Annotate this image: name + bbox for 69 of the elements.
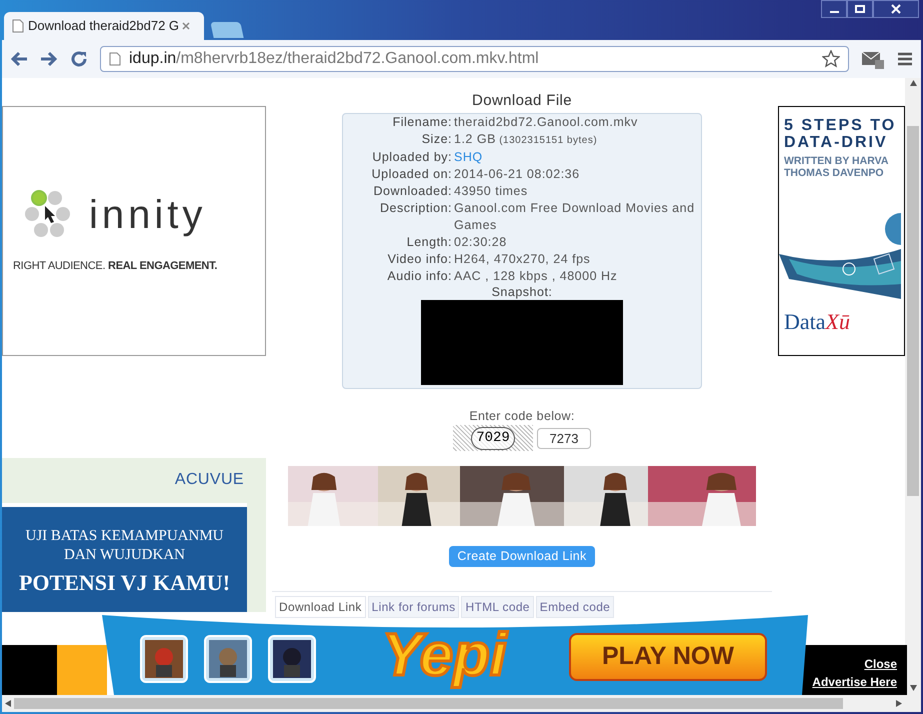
field-value: AAC , 128 kbps , 48000 Hz xyxy=(454,268,618,284)
code-input[interactable]: 7273 xyxy=(537,428,591,449)
close-icon xyxy=(891,4,901,14)
brand-logo: ACUVUE xyxy=(174,470,244,490)
ad-headline: DATA-DRIV xyxy=(784,134,889,151)
browser-tab[interactable]: Download theraid2bd72 G xyxy=(4,12,204,40)
left-arrow-icon[interactable] xyxy=(5,700,11,707)
ad-headline: POTENSI VJ KAMU! xyxy=(18,568,230,596)
tab-title: Download theraid2bd72 G xyxy=(28,17,178,36)
yepi-logo: Yepi xyxy=(382,620,506,690)
brand-logo: DataXū xyxy=(784,308,851,336)
field-value: Ganool.com Free Download Movies and Games xyxy=(454,200,696,234)
star-icon[interactable] xyxy=(822,50,840,68)
field-value: 2014-06-21 08:02:36 xyxy=(454,166,581,182)
vertical-scrollbar[interactable] xyxy=(905,78,921,712)
link-tab[interactable]: Embed code xyxy=(536,596,614,618)
ad-text: DAN WUJUDKAN xyxy=(64,546,185,564)
close-link[interactable]: Close xyxy=(864,655,897,673)
link-tab[interactable]: Link for forums xyxy=(368,596,460,618)
link-tab[interactable]: HTML code xyxy=(461,596,534,618)
page-icon xyxy=(12,19,24,33)
field-label: Audio info: xyxy=(386,268,452,284)
ad-text: UJI BATAS KEMAMPUANMU xyxy=(26,527,224,546)
address-bar[interactable]: idup.in/m8hervrb18ez/theraid2bd72.Ganool.com.mkv.html xyxy=(100,46,849,72)
game-ad-banner[interactable]: Yepi PLAY NOW Close Advertise Here xyxy=(2,615,907,695)
field-label: Length: xyxy=(406,234,452,250)
close-icon[interactable] xyxy=(182,22,190,30)
ad-text: THOMAS DAVENPO xyxy=(784,167,885,179)
url-text: idup.in/m8hervrb18ez/theraid2bd72.Ganool.com.mkv.html xyxy=(129,49,540,69)
menu-icon[interactable] xyxy=(897,52,913,66)
field-label: Video info: xyxy=(386,250,452,268)
right-arrow-icon[interactable] xyxy=(896,700,902,707)
field-value: 43950 times xyxy=(454,182,529,200)
maximize-button[interactable] xyxy=(847,0,873,18)
field-label: Uploaded on: xyxy=(370,166,452,182)
field-label: Uploaded by: xyxy=(371,148,452,166)
field-value: theraid2bd72.Ganool.com.mkv xyxy=(454,114,639,130)
mail-icon[interactable] xyxy=(861,49,885,69)
field-label: Description: xyxy=(379,200,452,217)
maximize-icon xyxy=(855,5,865,13)
reload-icon[interactable] xyxy=(70,50,88,68)
ad-tagline: RIGHT AUDIENCE. REAL ENGAGEMENT. xyxy=(13,258,218,274)
page-icon xyxy=(109,52,121,66)
field-label: Downloaded: xyxy=(372,182,452,200)
field-value: H264, 470x270, 24 fps xyxy=(454,250,592,268)
play-now-button[interactable]: PLAY NOW xyxy=(569,633,767,681)
ad-headline: 5 STEPS TO xyxy=(784,117,898,134)
captcha-image: 7029 xyxy=(453,425,533,452)
ad-text: WRITTEN BY HARVA xyxy=(784,155,890,167)
minimize-button[interactable] xyxy=(821,0,847,18)
new-tab-button[interactable] xyxy=(210,22,244,38)
back-icon[interactable] xyxy=(10,51,28,67)
advertise-link[interactable]: Advertise Here xyxy=(812,673,897,691)
down-arrow-icon[interactable] xyxy=(910,685,916,691)
captcha-prompt: Enter code below: xyxy=(469,408,575,424)
link-tab[interactable]: Download Link xyxy=(275,596,366,618)
horizontal-scrollbar[interactable] xyxy=(2,695,905,712)
field-label: Filename: xyxy=(392,114,452,130)
ad-banner[interactable]: innity RIGHT AUDIENCE. REAL ENGAGEMENT. xyxy=(2,106,266,356)
field-value: 02:30:28 xyxy=(454,234,508,250)
panel-title: Download File xyxy=(472,91,572,111)
up-arrow-icon[interactable] xyxy=(910,80,916,86)
field-label: Snapshot: xyxy=(492,284,552,300)
field-label: Size: xyxy=(420,130,452,148)
brand-logo: innity xyxy=(89,194,206,235)
forward-icon[interactable] xyxy=(40,51,58,67)
ad-banner[interactable]: ACUVUE UJI BATAS KEMAMPUANMU DAN WUJUDKAN POTENSI VJ KAMU! xyxy=(2,458,266,612)
field-value: 1.2 GB (1302315151 bytes) xyxy=(454,130,598,148)
close-button[interactable] xyxy=(873,0,919,18)
